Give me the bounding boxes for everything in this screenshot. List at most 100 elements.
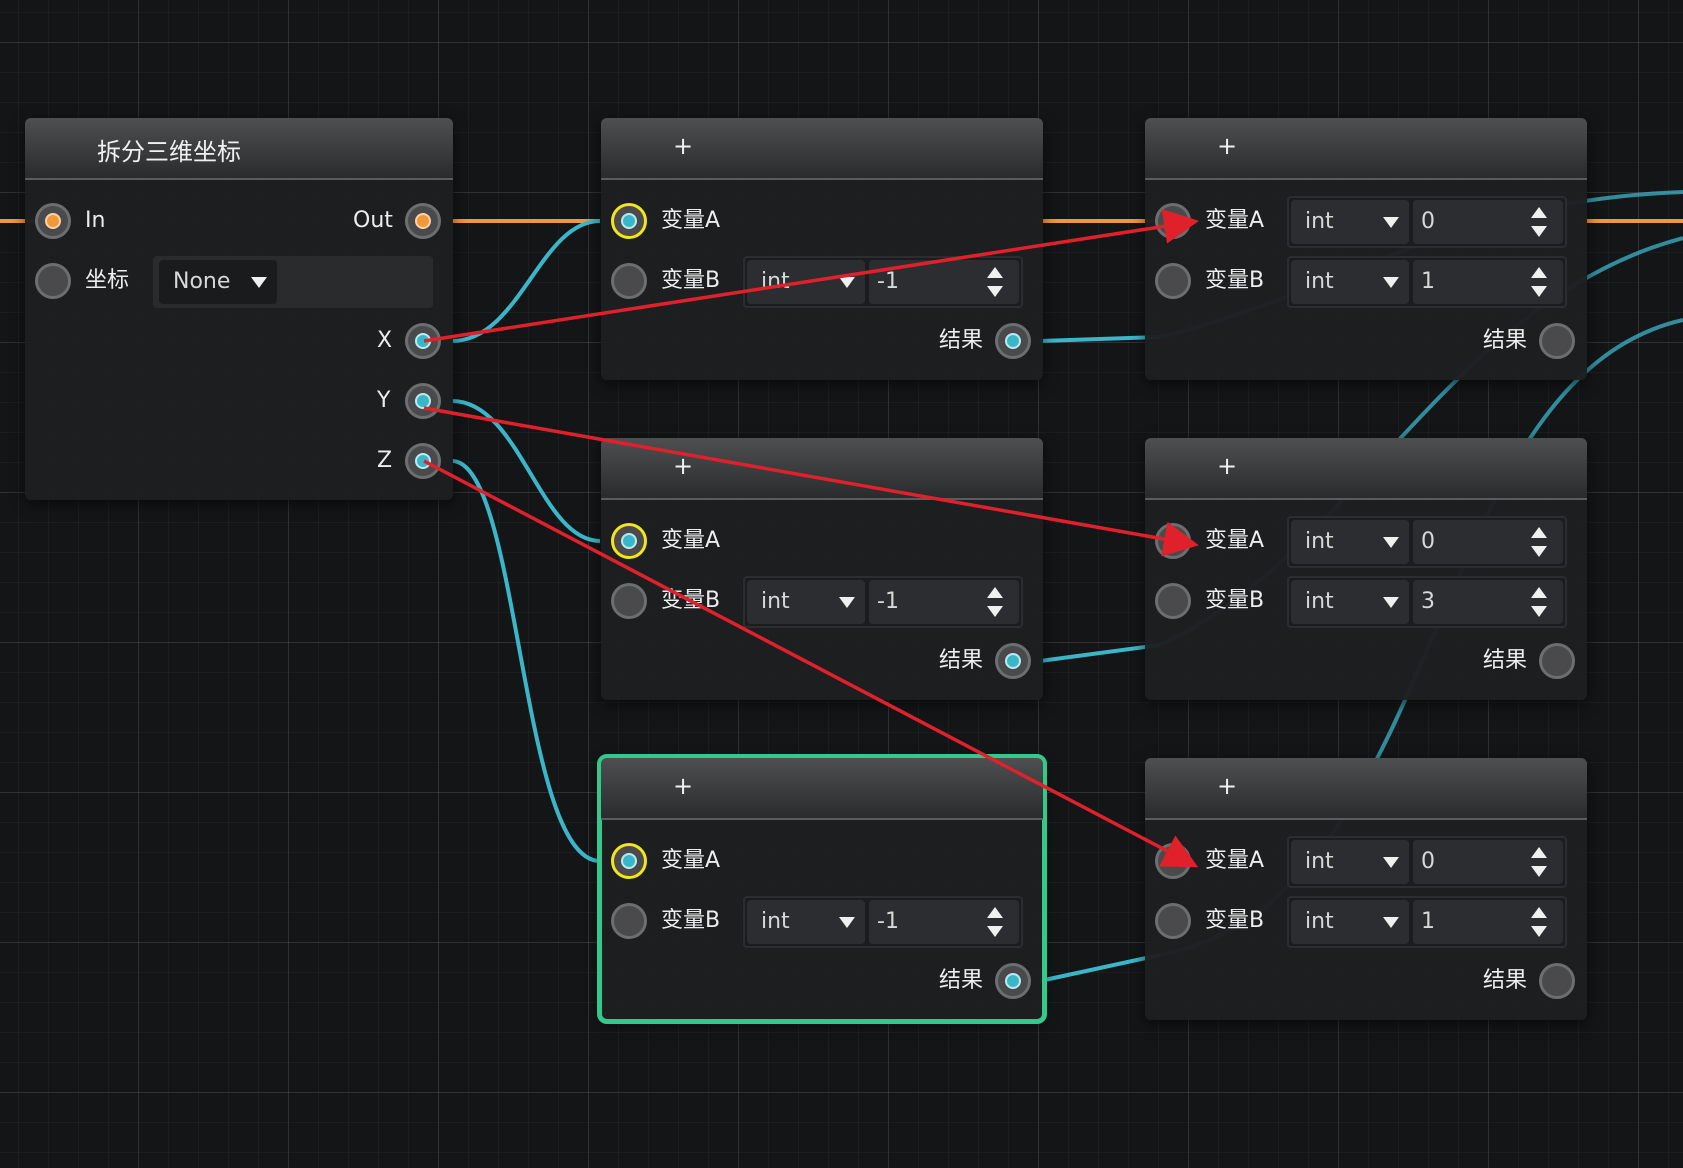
variable-b-type-select[interactable]: int	[1291, 580, 1409, 624]
result-label: 结果	[939, 328, 984, 353]
x-output-port[interactable]	[405, 323, 441, 359]
chevron-down-icon	[839, 597, 855, 608]
variable-b-value-input[interactable]: 3	[1413, 580, 1563, 624]
wire-z-to-add3	[451, 459, 601, 863]
node-graph-canvas[interactable]: 拆分三维坐标 In Out 坐标 None X Y Z + 变量A 变量B in…	[0, 0, 1683, 1168]
add-node-1[interactable]: + 变量A 变量B int -1 结果	[601, 118, 1043, 380]
variable-b-port[interactable]	[1155, 263, 1191, 299]
spinner-arrows-icon[interactable]	[1531, 207, 1547, 237]
coord-input-port[interactable]	[35, 263, 71, 299]
variable-a-port[interactable]	[1155, 843, 1191, 879]
spinner-arrows-icon[interactable]	[1531, 907, 1547, 937]
variable-b-port[interactable]	[611, 903, 647, 939]
variable-a-port[interactable]	[611, 203, 647, 239]
type-value: int	[761, 589, 790, 614]
chevron-down-icon	[839, 917, 855, 928]
exec-in-port[interactable]	[35, 203, 71, 239]
exec-out-port[interactable]	[405, 203, 441, 239]
node-header[interactable]: +	[1145, 758, 1587, 820]
node-title: +	[673, 132, 694, 160]
add-node-5[interactable]: + 变量A int 0 变量B int 3 结果	[1145, 438, 1587, 700]
split-3d-coord-node[interactable]: 拆分三维坐标 In Out 坐标 None X Y Z	[25, 118, 453, 500]
variable-b-value-input[interactable]: 1	[1413, 260, 1563, 304]
type-value: int	[1305, 589, 1334, 614]
type-value: int	[1305, 209, 1334, 234]
variable-a-value-input[interactable]: 0	[1413, 520, 1563, 564]
variable-b-label: 变量B	[661, 588, 721, 613]
add-node-4[interactable]: + 变量A int 0 变量B int 1 结果	[1145, 118, 1587, 380]
result-output-port[interactable]	[995, 643, 1031, 679]
variable-b-label: 变量B	[661, 268, 721, 293]
variable-b-port[interactable]	[1155, 583, 1191, 619]
chevron-down-icon	[1383, 917, 1399, 928]
node-header[interactable]: +	[601, 118, 1043, 180]
wire-add2-result	[1039, 643, 1161, 663]
variable-a-port[interactable]	[611, 843, 647, 879]
node-header[interactable]: +	[601, 438, 1043, 500]
variable-b-value-input[interactable]: -1	[869, 580, 1019, 624]
variable-b-value-input[interactable]: -1	[869, 260, 1019, 304]
z-output-port[interactable]	[405, 443, 441, 479]
spinner-arrows-icon[interactable]	[1531, 267, 1547, 297]
node-header[interactable]: +	[601, 758, 1043, 820]
variable-b-port[interactable]	[611, 583, 647, 619]
variable-a-label: 变量A	[661, 848, 721, 873]
z-label: Z	[377, 448, 393, 473]
chevron-down-icon	[1383, 277, 1399, 288]
variable-b-label: 变量B	[1205, 908, 1265, 933]
x-label: X	[377, 328, 393, 353]
variable-a-label: 变量A	[1205, 208, 1265, 233]
variable-a-port[interactable]	[1155, 523, 1191, 559]
spinner-arrows-icon[interactable]	[987, 587, 1003, 617]
spinner-arrows-icon[interactable]	[987, 907, 1003, 937]
variable-b-label: 变量B	[661, 908, 721, 933]
variable-b-type-select[interactable]: int	[1291, 900, 1409, 944]
result-output-port[interactable]	[1539, 643, 1575, 679]
spinner-arrows-icon[interactable]	[1531, 847, 1547, 877]
variable-a-label: 变量A	[1205, 528, 1265, 553]
node-header[interactable]: +	[1145, 438, 1587, 500]
type-value: int	[761, 269, 790, 294]
chevron-down-icon	[251, 277, 267, 288]
node-header[interactable]: +	[1145, 118, 1587, 180]
variable-b-port[interactable]	[611, 263, 647, 299]
variable-a-value-input[interactable]: 0	[1413, 200, 1563, 244]
node-header[interactable]: 拆分三维坐标	[25, 118, 453, 180]
variable-b-type-select[interactable]: int	[1291, 260, 1409, 304]
number-value: 1	[1421, 269, 1435, 294]
coord-select[interactable]: None	[159, 260, 277, 304]
variable-b-label: 变量B	[1205, 588, 1265, 613]
variable-a-value-input[interactable]: 0	[1413, 840, 1563, 884]
node-title: +	[1217, 132, 1238, 160]
variable-b-type-select[interactable]: int	[747, 260, 865, 304]
variable-a-port[interactable]	[611, 523, 647, 559]
variable-a-type-select[interactable]: int	[1291, 520, 1409, 564]
result-output-port[interactable]	[1539, 323, 1575, 359]
result-output-port[interactable]	[995, 963, 1031, 999]
spinner-arrows-icon[interactable]	[1531, 527, 1547, 557]
result-label: 结果	[1483, 968, 1528, 993]
chevron-down-icon	[1383, 537, 1399, 548]
node-title: +	[1217, 452, 1238, 480]
variable-a-type-select[interactable]: int	[1291, 200, 1409, 244]
add-node-2[interactable]: + 变量A 变量B int -1 结果	[601, 438, 1043, 700]
variable-b-value-input[interactable]: 1	[1413, 900, 1563, 944]
variable-b-type-select[interactable]: int	[747, 580, 865, 624]
variable-b-port[interactable]	[1155, 903, 1191, 939]
add-node-3[interactable]: + 变量A 变量B int -1 结果	[597, 754, 1047, 1024]
coord-select-value: None	[173, 269, 231, 294]
spinner-arrows-icon[interactable]	[1531, 587, 1547, 617]
spinner-arrows-icon[interactable]	[987, 267, 1003, 297]
add-node-6[interactable]: + 变量A int 0 变量B int 1 结果	[1145, 758, 1587, 1020]
type-value: int	[1305, 849, 1334, 874]
variable-a-type-select[interactable]: int	[1291, 840, 1409, 884]
y-output-port[interactable]	[405, 383, 441, 419]
number-value: -1	[877, 589, 899, 614]
variable-a-port[interactable]	[1155, 203, 1191, 239]
wire-add3-result	[1039, 953, 1161, 983]
result-output-port[interactable]	[1539, 963, 1575, 999]
variable-b-type-select[interactable]: int	[747, 900, 865, 944]
result-output-port[interactable]	[995, 323, 1031, 359]
exec-out-label: Out	[353, 208, 393, 233]
variable-b-value-input[interactable]: -1	[869, 900, 1019, 944]
